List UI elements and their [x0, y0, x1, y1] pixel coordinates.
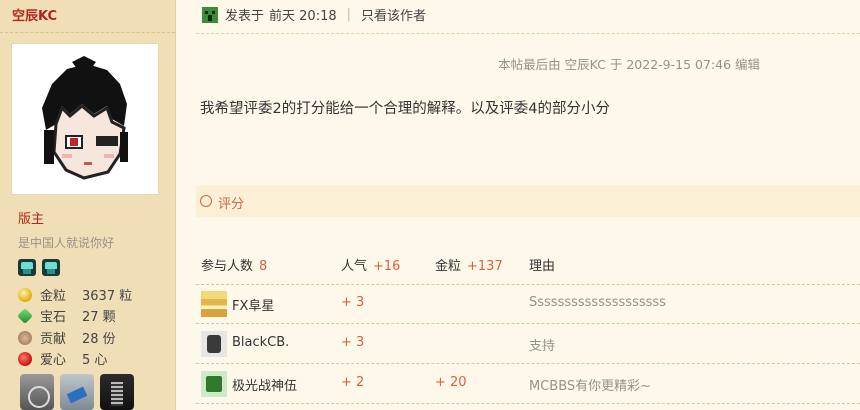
rater-name-link[interactable]: 极光战神伍 [232, 375, 297, 394]
posted-prefix: 发表于 [225, 9, 265, 24]
rating-popularity: + 2 [341, 375, 365, 390]
stat-love: 爱心 5 心 [18, 349, 107, 368]
rater-name-link[interactable]: FX阜星 [232, 295, 274, 314]
stat-gem: 宝石 27 颗 [17, 306, 116, 325]
edit-note: 本帖最后由 空辰KC 于 2022-9-15 07:46 编辑 [498, 57, 760, 72]
creeper-icon [202, 6, 218, 23]
header-gold-label: 金粒 [435, 259, 462, 274]
rating-row: FX阜星 + 3 Ssssssssssssssssssss [196, 284, 860, 324]
post-content: 我希望评委2的打分能给一个合理的解释。以及评委4的部分小分 [200, 101, 610, 117]
posted-time: 前天 20:18 [269, 9, 337, 24]
meta-separator: | [346, 7, 352, 22]
diamond-helmet-icon[interactable] [18, 259, 36, 276]
rating-reason: 支持 [529, 339, 556, 354]
stat-label: 爱心 [40, 353, 67, 368]
rating-row: BlackCB. + 3 支持 [196, 324, 860, 364]
user-motto: 是中国人就说你好 [18, 236, 115, 250]
avatar-image [12, 44, 158, 194]
header-popularity: 人气 +16 [341, 255, 400, 274]
rating-table-header: 参与人数 8 人气 +16 金粒 +137 理由 [196, 244, 860, 285]
post-main: 发表于 前天 20:18 | 只看该作者 本帖最后由 空辰KC 于 2022-9… [176, 0, 860, 410]
avatar[interactable] [12, 44, 158, 194]
post-meta: 发表于 前天 20:18 | 只看该作者 [202, 5, 426, 24]
stat-gold: 金粒 3637 粒 [18, 285, 132, 304]
emerald-icon [17, 307, 33, 324]
badge-icon[interactable] [60, 374, 94, 410]
stat-value: 28 份 [82, 332, 116, 347]
diamond-helmet-icon[interactable] [42, 259, 60, 276]
badge-icon[interactable] [100, 374, 134, 410]
apple-icon [18, 351, 32, 366]
header-popularity-label: 人气 [341, 259, 368, 274]
user-rank: 版主 [18, 212, 45, 227]
stat-value: 5 心 [82, 353, 108, 368]
medal-bar [18, 259, 60, 276]
rating-row: 极光战神伍 + 2 + 20 MCBBS有你更精彩~ [196, 364, 860, 404]
author-sidebar: 空辰KC 版主 是中国人就说你好 金粒 3637 粒 宝石 27 颗 贡献 28… [0, 0, 176, 410]
rating-bar: 评分 [196, 185, 860, 217]
popularity-total: +16 [373, 259, 401, 274]
rater-avatar[interactable] [201, 331, 227, 357]
stat-label: 金粒 [40, 289, 67, 304]
only-author-link[interactable]: 只看该作者 [361, 5, 426, 24]
stat-label: 贡献 [40, 332, 67, 347]
gold-nugget-icon [18, 287, 32, 302]
sidebar-divider [0, 32, 175, 33]
rater-avatar[interactable] [201, 371, 227, 397]
stat-value: 3637 粒 [82, 289, 133, 304]
rater-avatar[interactable] [201, 291, 227, 317]
meta-divider [196, 33, 860, 34]
header-participants-label: 参与人数 [201, 259, 254, 274]
gold-total: +137 [467, 259, 503, 274]
rating-popularity: + 3 [341, 295, 365, 310]
stat-label: 宝石 [40, 310, 67, 325]
rater-name-link[interactable]: BlackCB. [232, 335, 289, 350]
badge-icon[interactable] [20, 374, 54, 410]
rating-circle-icon [200, 195, 212, 207]
rating-link[interactable]: 评分 [218, 193, 244, 212]
header-gold: 金粒 +137 [435, 255, 503, 274]
stat-value: 27 颗 [82, 310, 116, 325]
rating-reason: Ssssssssssssssssssss [529, 295, 666, 310]
author-name-link[interactable]: 空辰KC [12, 5, 57, 24]
header-reason: 理由 [529, 259, 556, 274]
rating-popularity: + 3 [341, 335, 365, 350]
header-participants: 参与人数 8 [201, 255, 267, 274]
cookie-icon [18, 330, 32, 345]
rating-reason: MCBBS有你更精彩~ [529, 379, 652, 394]
rating-gold: + 20 [435, 375, 467, 390]
stat-contribution: 贡献 28 份 [18, 328, 116, 347]
participants-count-link[interactable]: 8 [259, 259, 267, 274]
